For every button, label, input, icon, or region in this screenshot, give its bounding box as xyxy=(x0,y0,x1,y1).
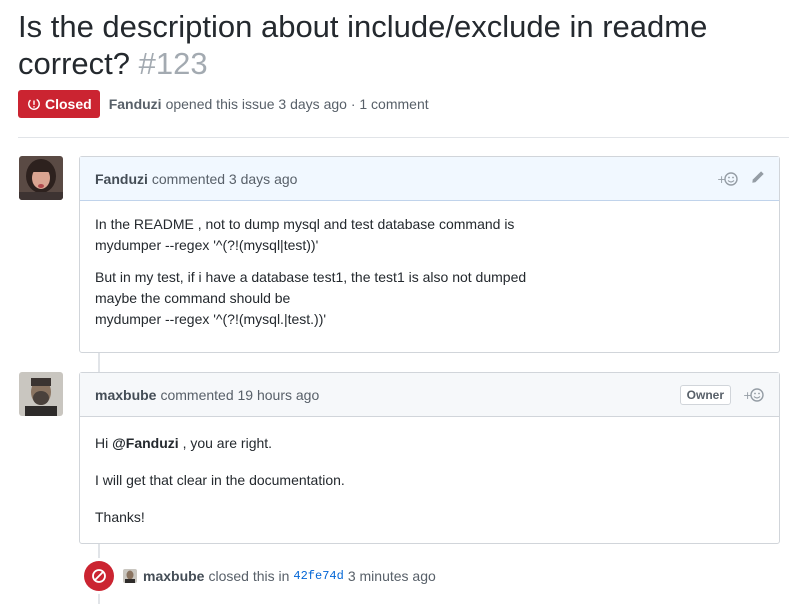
comment-2: maxbube commented 19 hours ago Owner + H… xyxy=(79,372,780,544)
comment-2-paragraph-3: Thanks! xyxy=(95,509,145,525)
avatar-image xyxy=(19,156,63,200)
issue-number: #123 xyxy=(138,46,208,81)
close-event-time[interactable]: 3 minutes ago xyxy=(348,568,436,584)
issue-author-link[interactable]: Fanduzi xyxy=(109,96,162,112)
add-reaction-button[interactable]: + xyxy=(743,387,765,403)
issue-title-text: Is the description about include/exclude… xyxy=(18,9,708,81)
comment-1: Fanduzi commented 3 days ago + In the RE… xyxy=(79,156,780,353)
comment-1-line: maybe the command should be xyxy=(95,290,291,306)
avatar-image xyxy=(19,372,63,416)
issue-meta: Closed Fanduzi opened this issue 3 days … xyxy=(18,90,429,118)
comment-2-greeting-rest: , you are right. xyxy=(182,435,273,451)
comment-1-header: Fanduzi commented 3 days ago + xyxy=(80,157,779,201)
close-event-actor[interactable]: maxbube xyxy=(143,568,204,584)
comment-1-line: mydumper --regex '^(?!(mysql.|test.))' xyxy=(95,311,327,327)
issue-title: Is the description about include/exclude… xyxy=(18,8,778,82)
circle-slash-icon xyxy=(92,569,106,583)
commit-link[interactable]: 42fe74d xyxy=(293,569,343,583)
comment-1-line: But in my test, if i have a database tes… xyxy=(95,269,527,285)
pencil-icon xyxy=(752,171,764,183)
comment-2-header: maxbube commented 19 hours ago Owner + xyxy=(80,373,779,417)
owner-label: Owner xyxy=(679,384,731,405)
close-event-badge xyxy=(84,561,114,591)
comment-1-paragraph-1: In the README , not to dump mysql and te… xyxy=(95,214,764,256)
smiley-add-icon: + xyxy=(717,171,738,186)
comment-1-line: In the README , not to dump mysql and te… xyxy=(95,216,515,232)
avatar-fanduzi[interactable] xyxy=(19,156,63,200)
comment-1-body: In the README , not to dump mysql and te… xyxy=(80,201,779,344)
avatar-maxbube[interactable] xyxy=(19,372,63,416)
actor-avatar[interactable] xyxy=(123,569,137,583)
comment-1-author[interactable]: Fanduzi xyxy=(95,171,148,187)
comment-2-paragraph-2: I will get that clear in the documentati… xyxy=(95,472,345,488)
actor-avatar-image xyxy=(123,569,137,583)
add-reaction-button[interactable]: + xyxy=(717,171,739,187)
issue-page: Is the description about include/exclude… xyxy=(0,0,789,604)
comment-2-greeting: Hi xyxy=(95,435,109,451)
comment-1-actions: + xyxy=(717,157,765,200)
close-event-action: closed this in xyxy=(208,568,290,584)
comment-1-line: mydumper --regex '^(?!(mysql|test))' xyxy=(95,237,319,253)
smiley-add-icon: + xyxy=(743,387,764,402)
comment-2-body: Hi @Fanduzi , you are right. I will get … xyxy=(80,417,779,542)
comment-2-timestamp[interactable]: commented 19 hours ago xyxy=(160,387,319,403)
comment-1-paragraph-2: But in my test, if i have a database tes… xyxy=(95,267,764,330)
close-event: maxbube closed this in 42fe74d 3 minutes… xyxy=(84,561,436,591)
comment-2-paragraph-1: Hi @Fanduzi , you are right. xyxy=(95,433,764,454)
comment-2-actions: Owner + xyxy=(679,373,765,416)
issue-closed-icon xyxy=(28,98,40,110)
state-badge: Closed xyxy=(18,90,100,118)
user-mention-link[interactable]: @Fanduzi xyxy=(112,435,179,451)
state-badge-label: Closed xyxy=(45,96,92,112)
header-divider xyxy=(18,137,789,138)
comment-1-timestamp[interactable]: commented 3 days ago xyxy=(152,171,298,187)
issue-opened-text: opened this issue 3 days ago · 1 comment xyxy=(165,96,429,112)
comment-2-author[interactable]: maxbube xyxy=(95,387,156,403)
edit-comment-button[interactable] xyxy=(751,170,765,187)
